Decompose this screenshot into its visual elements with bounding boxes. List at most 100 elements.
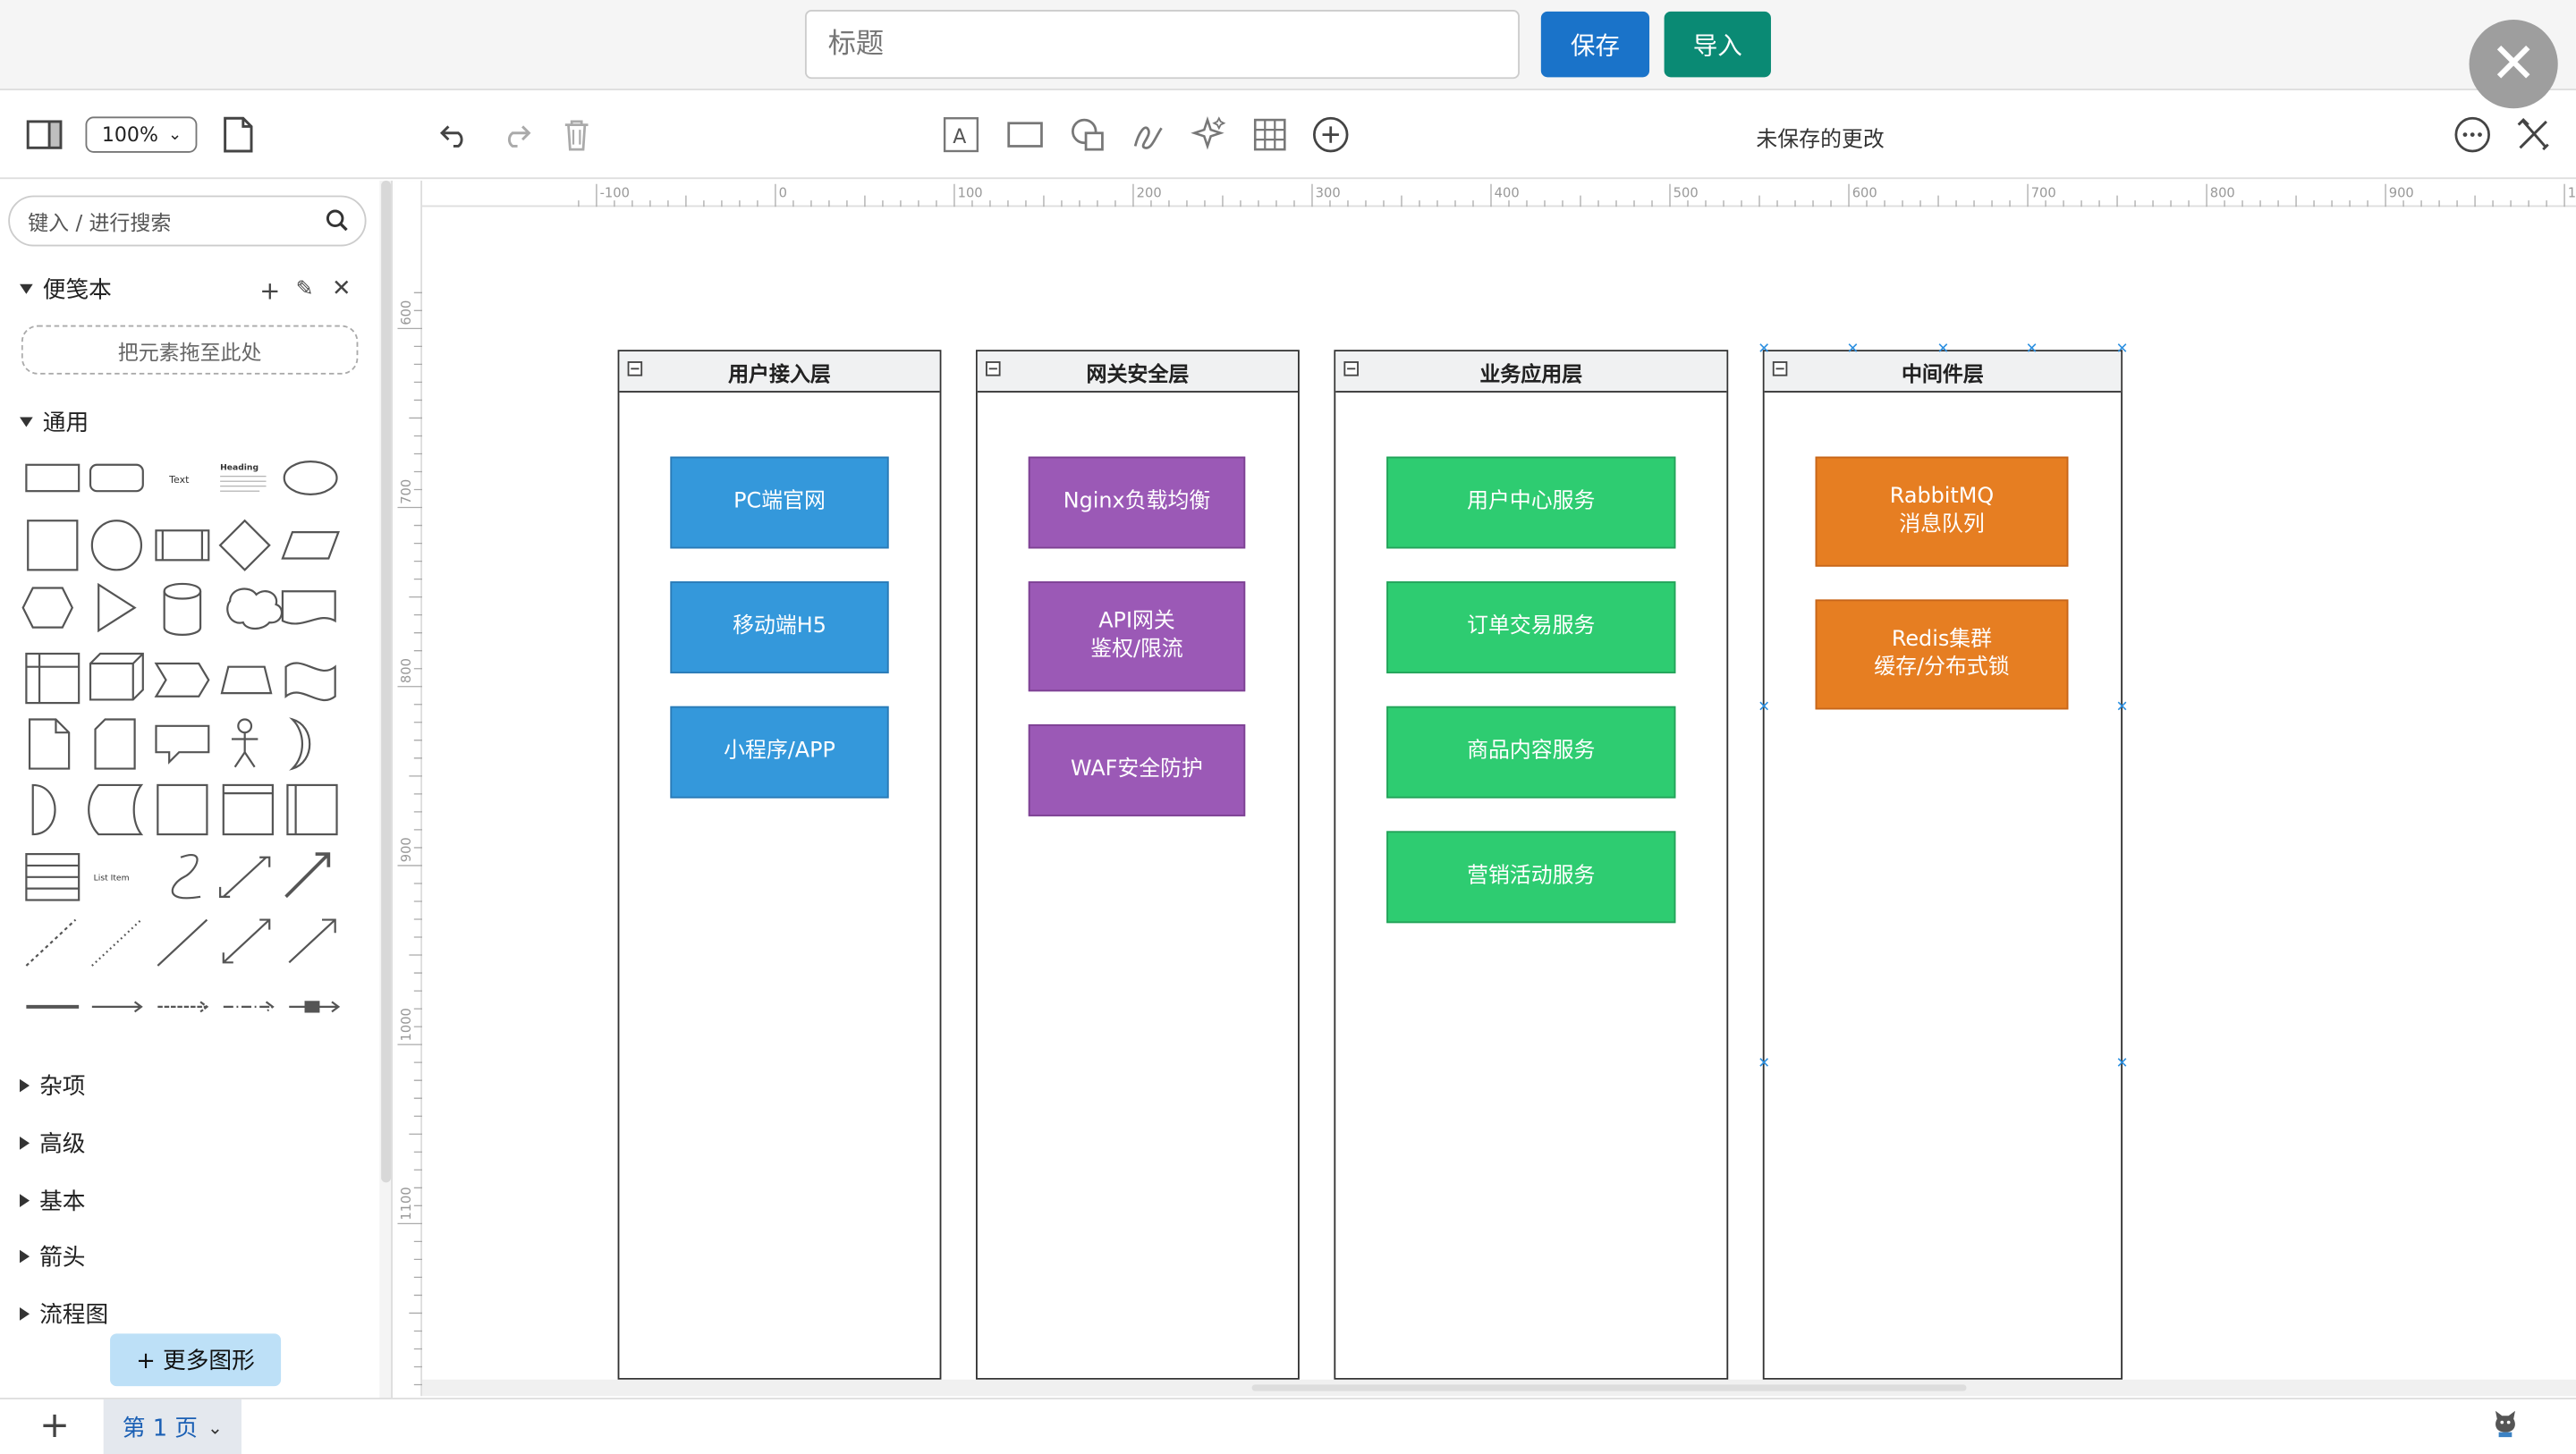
lane-title: 中间件层	[1901, 360, 1984, 385]
ruler-label: 300	[1316, 185, 1341, 200]
ruler-label: 1000	[399, 1008, 414, 1041]
tools-icon[interactable]	[2513, 115, 2553, 155]
collapse-arrow-icon	[20, 283, 33, 294]
node-user-center[interactable]: 用户中心服务	[1386, 456, 1676, 549]
shapes-icon[interactable]	[1068, 115, 1107, 155]
flowchart-section[interactable]: 流程图	[20, 1298, 108, 1331]
scratchpad-header[interactable]: 便笺本	[20, 273, 112, 306]
save-button[interactable]: 保存	[1540, 11, 1650, 78]
redo-icon[interactable]	[496, 115, 536, 155]
connector-shape	[91, 1001, 143, 1013]
expand-arrow-icon	[20, 1249, 30, 1264]
node-nginx[interactable]: Nginx负载均衡	[1028, 456, 1246, 549]
edit-icon[interactable]: ✎	[296, 277, 314, 302]
misc-label: 杂项	[39, 1074, 86, 1101]
scrollbar-thumb[interactable]	[1251, 1384, 1967, 1391]
page-tab[interactable]: 第 1 页 ⌄	[103, 1399, 242, 1454]
page-icon[interactable]	[218, 115, 258, 155]
freehand-icon[interactable]	[1129, 115, 1168, 155]
insert-icon[interactable]	[1311, 115, 1351, 155]
arrows-section[interactable]: 箭头	[20, 1240, 86, 1273]
collapse-icon[interactable]	[627, 361, 643, 376]
selection-handle[interactable]: ✕	[2116, 700, 2129, 715]
scrollbar-thumb[interactable]	[381, 181, 392, 1183]
selection-handle[interactable]: ✕	[2116, 342, 2129, 358]
basic-section[interactable]: 基本	[20, 1184, 86, 1217]
arrows-label: 箭头	[39, 1245, 86, 1272]
directional-connector-shape	[288, 918, 336, 964]
expand-arrow-icon	[20, 1307, 30, 1321]
collapse-icon[interactable]	[1772, 361, 1788, 376]
container-shape	[25, 652, 80, 705]
expand-arrow-icon	[20, 1078, 30, 1093]
advanced-label: 高级	[39, 1131, 86, 1158]
collapse-icon[interactable]	[1343, 361, 1359, 376]
ruler-label: 700	[2031, 185, 2056, 200]
node-redis[interactable]: Redis集群 缓存/分布式锁	[1815, 599, 2069, 710]
search-icon[interactable]	[326, 208, 349, 236]
selection-handle[interactable]: ✕	[1758, 700, 1770, 715]
advanced-section[interactable]: 高级	[20, 1127, 86, 1160]
circle-shape	[90, 520, 143, 571]
text-icon[interactable]: A	[941, 115, 980, 155]
node-waf[interactable]: WAF安全防护	[1028, 723, 1246, 816]
search-placeholder: 键入 / 进行搜索	[28, 210, 172, 235]
expand-arrow-icon	[20, 1136, 30, 1150]
selection-handle[interactable]: ✕	[2116, 1057, 2129, 1072]
node-rabbitmq[interactable]: RabbitMQ 消息队列	[1815, 456, 2069, 567]
selection-handle[interactable]: ✕	[1758, 342, 1770, 358]
node-order-trade[interactable]: 订单交易服务	[1386, 581, 1676, 674]
search-input[interactable]: 键入 / 进行搜索	[8, 195, 367, 247]
diamond-shape	[218, 519, 271, 571]
node-marketing[interactable]: 营销活动服务	[1386, 831, 1676, 924]
misc-section[interactable]: 杂项	[20, 1069, 86, 1103]
canvas-horizontal-scrollbar[interactable]	[422, 1379, 2576, 1397]
general-label: 通用	[42, 410, 89, 437]
github-cat-icon[interactable]	[2492, 1409, 2518, 1445]
node-api-gateway[interactable]: API网关 鉴权/限流	[1028, 581, 1246, 692]
undo-icon[interactable]	[436, 115, 475, 155]
rectangle-icon[interactable]	[1005, 115, 1045, 155]
selection-handle[interactable]: ✕	[2026, 342, 2038, 358]
zoom-select[interactable]: 100% ⌄	[85, 116, 198, 153]
ruler-label: 700	[399, 479, 414, 504]
import-button[interactable]: 导入	[1664, 11, 1771, 78]
close-scratchpad-icon[interactable]: ✕	[332, 276, 352, 302]
more-shapes-button[interactable]: + 更多图形	[110, 1333, 282, 1387]
selection-handle[interactable]: ✕	[1758, 1057, 1770, 1072]
selection-handle[interactable]: ✕	[1936, 342, 1949, 358]
general-header[interactable]: 通用	[20, 406, 89, 439]
format-panel-icon[interactable]	[25, 115, 64, 155]
add-page-button[interactable]: +	[39, 1406, 70, 1447]
node-mobile-h5[interactable]: 移动端H5	[670, 581, 889, 674]
ruler-label: 600	[1852, 185, 1877, 200]
frame-shape	[157, 783, 208, 836]
node-miniprogram-app[interactable]: 小程序/APP	[670, 706, 889, 799]
magic-icon[interactable]	[1188, 115, 1227, 155]
add-icon[interactable]: +	[259, 276, 280, 306]
delete-icon[interactable]	[557, 115, 597, 155]
table-icon[interactable]	[1250, 115, 1290, 155]
ruler-label: 100	[958, 185, 983, 200]
lane-header[interactable]: 网关安全层	[977, 351, 1298, 393]
title-input[interactable]	[804, 10, 1520, 80]
or-shape	[289, 717, 311, 771]
scratchpad-drop-zone[interactable]: 把元素拖至此处	[21, 325, 359, 375]
collapse-icon[interactable]	[986, 361, 1001, 376]
unsaved-status: 未保存的更改	[1756, 128, 1885, 153]
lane-header[interactable]: 用户接入层	[619, 351, 940, 393]
trapezoid-shape	[220, 665, 273, 695]
process-shape	[155, 529, 210, 562]
text-shape: Text	[168, 474, 190, 486]
lane-header[interactable]: 业务应用层	[1335, 351, 1727, 393]
close-icon[interactable]: ✕	[2469, 20, 2558, 109]
node-product-content[interactable]: 商品内容服务	[1386, 706, 1676, 799]
ruler-label: 800	[399, 658, 414, 683]
page-bar: + 第 1 页 ⌄	[0, 1398, 2576, 1454]
selection-handle[interactable]: ✕	[1846, 342, 1859, 358]
ruler-label: 500	[1674, 185, 1699, 200]
lane-title: 网关安全层	[1086, 360, 1190, 385]
node-pc-website[interactable]: PC端官网	[670, 456, 889, 549]
more-icon[interactable]	[2453, 115, 2492, 155]
sidebar-scrollbar[interactable]	[379, 181, 393, 1399]
